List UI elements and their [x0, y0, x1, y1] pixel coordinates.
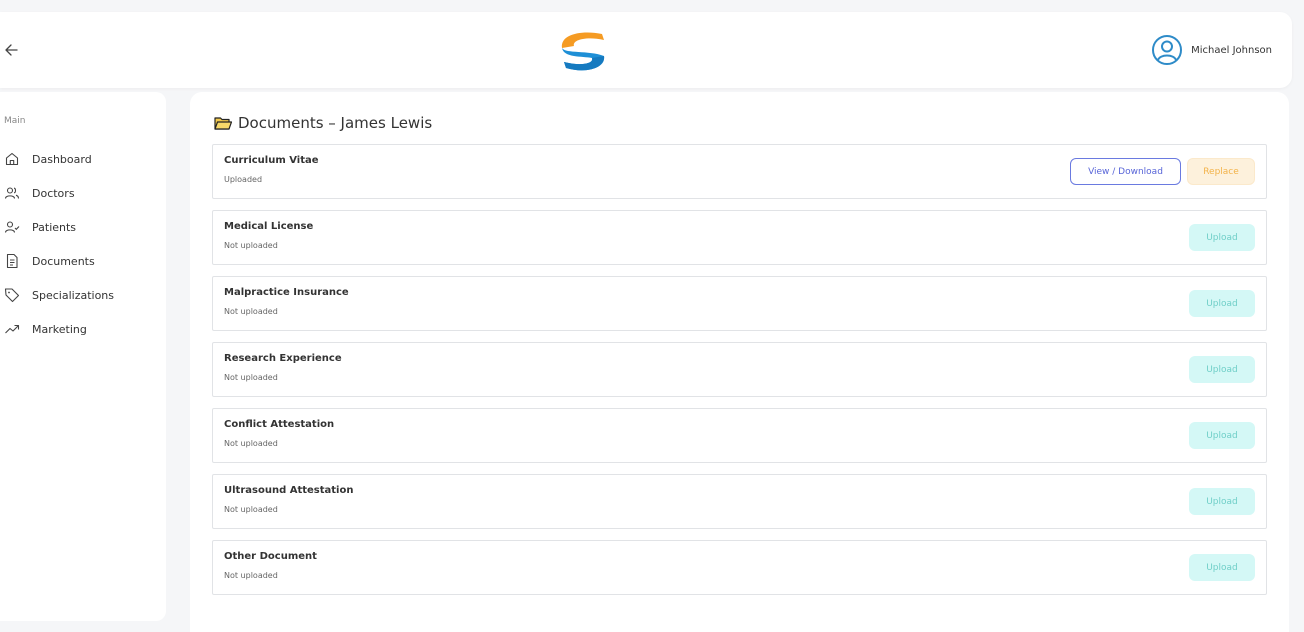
document-item: Ultrasound Attestation Not uploaded Uplo…	[212, 474, 1267, 529]
documents-panel: Documents – James Lewis Curriculum Vitae…	[190, 92, 1289, 632]
sidebar-section-label: Main	[4, 116, 26, 126]
document-name: Medical License	[224, 221, 314, 232]
document-name: Other Document	[224, 551, 317, 562]
document-status: Not uploaded	[224, 571, 278, 580]
user-menu[interactable]: Michael Johnson	[1151, 34, 1272, 66]
view-download-button[interactable]: View / Download	[1070, 158, 1181, 185]
document-name: Curriculum Vitae	[224, 155, 319, 166]
document-item: Other Document Not uploaded Upload	[212, 540, 1267, 595]
page-title: Documents – James Lewis	[214, 114, 432, 132]
upload-button[interactable]: Upload	[1189, 356, 1255, 383]
sidebar: Main Dashboard Doctors Patients Document…	[0, 92, 166, 621]
document-status: Not uploaded	[224, 241, 278, 250]
sidebar-item-label: Dashboard	[32, 152, 92, 166]
user-name: Michael Johnson	[1191, 44, 1272, 56]
document-list: Curriculum Vitae Uploaded View / Downloa…	[212, 144, 1267, 606]
document-item: Medical License Not uploaded Upload	[212, 210, 1267, 265]
folder-icon	[214, 116, 232, 130]
users-icon	[4, 187, 20, 199]
sidebar-item-dashboard[interactable]: Dashboard	[0, 142, 166, 176]
document-name: Conflict Attestation	[224, 419, 335, 430]
document-name: Research Experience	[224, 353, 342, 364]
file-text-icon	[6, 253, 18, 269]
document-status: Not uploaded	[224, 439, 278, 448]
user-circle-icon	[1152, 35, 1183, 65]
arrow-left-icon	[5, 44, 18, 56]
home-icon	[5, 152, 19, 166]
back-button[interactable]	[2, 40, 22, 60]
sidebar-item-label: Documents	[32, 254, 95, 268]
sidebar-nav: Dashboard Doctors Patients Documents Spe…	[0, 142, 166, 346]
s-logo-icon	[561, 32, 605, 71]
sidebar-item-doctors[interactable]: Doctors	[0, 176, 166, 210]
document-status: Not uploaded	[224, 373, 278, 382]
sidebar-item-patients[interactable]: Patients	[0, 210, 166, 244]
upload-button[interactable]: Upload	[1189, 488, 1255, 515]
upload-button[interactable]: Upload	[1189, 422, 1255, 449]
user-check-icon	[4, 221, 20, 233]
sidebar-item-label: Specializations	[32, 288, 115, 302]
top-header: Michael Johnson	[0, 12, 1292, 88]
sidebar-item-label: Patients	[32, 220, 77, 234]
document-status: Not uploaded	[224, 505, 278, 514]
page-title-text: Documents – James Lewis	[238, 114, 433, 132]
document-name: Ultrasound Attestation	[224, 485, 354, 496]
sidebar-item-documents[interactable]: Documents	[0, 244, 166, 278]
replace-button[interactable]: Replace	[1187, 158, 1255, 185]
upload-button[interactable]: Upload	[1189, 554, 1255, 581]
trending-up-icon	[5, 324, 20, 334]
document-status: Uploaded	[224, 175, 263, 184]
app-logo[interactable]	[558, 28, 608, 74]
sidebar-item-label: Marketing	[32, 322, 87, 336]
tag-icon	[4, 288, 20, 303]
upload-button[interactable]: Upload	[1189, 290, 1255, 317]
upload-button[interactable]: Upload	[1189, 224, 1255, 251]
document-status: Not uploaded	[224, 307, 278, 316]
document-item: Conflict Attestation Not uploaded Upload	[212, 408, 1267, 463]
document-item: Curriculum Vitae Uploaded View / Downloa…	[212, 144, 1267, 199]
document-item: Research Experience Not uploaded Upload	[212, 342, 1267, 397]
sidebar-item-specializations[interactable]: Specializations	[0, 278, 166, 312]
document-name: Malpractice Insurance	[224, 287, 349, 298]
document-item: Malpractice Insurance Not uploaded Uploa…	[212, 276, 1267, 331]
sidebar-item-marketing[interactable]: Marketing	[0, 312, 166, 346]
sidebar-item-label: Doctors	[32, 186, 75, 200]
